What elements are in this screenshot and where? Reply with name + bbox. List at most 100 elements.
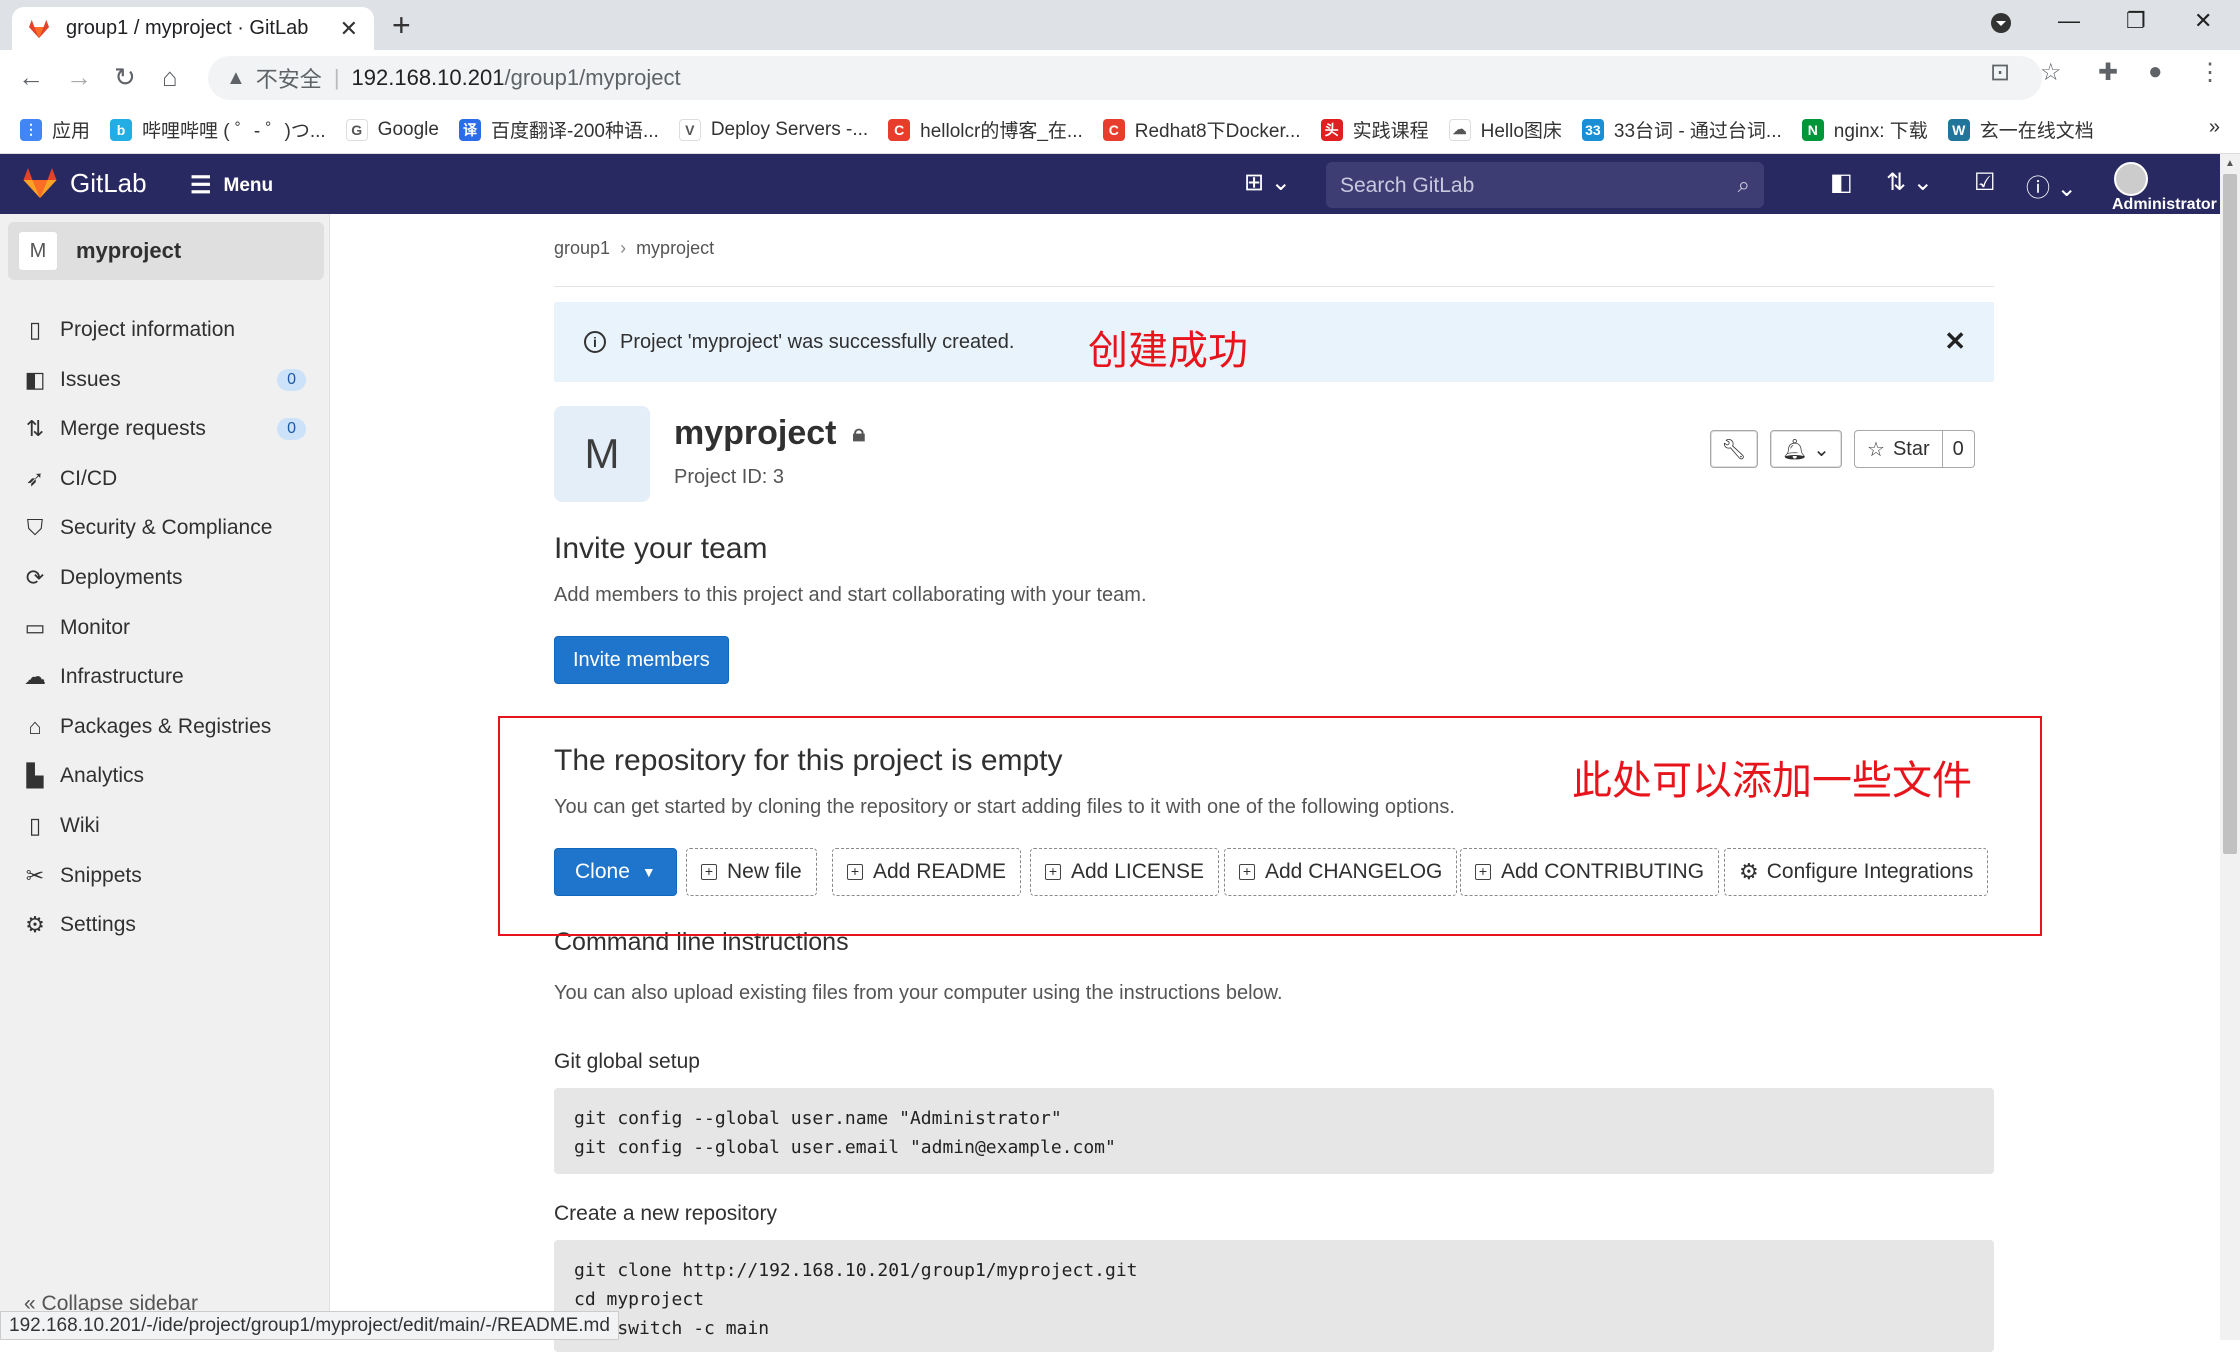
bookmark-item[interactable]: G Google (345, 118, 439, 141)
sidebar-item-ci-cd[interactable]: ➶ CI/CD (0, 455, 330, 503)
star-icon: ☆ (1867, 438, 1885, 461)
extensions-icon[interactable]: ✚ (2098, 58, 2118, 87)
notification-button[interactable]: 🔔︎ ⌄ (1770, 430, 1842, 468)
merge-requests-nav-icon[interactable]: ⇅ ⌄ (1886, 168, 1933, 197)
bookmark-item[interactable]: Chellolcr的博客_在... (888, 116, 1083, 143)
git-global-code[interactable]: git config --global user.name "Administr… (554, 1088, 1994, 1174)
bookmark-item[interactable]: W 玄一在线文档 (1947, 116, 2094, 143)
account-icon[interactable]: ● (2148, 58, 2163, 86)
bookmark-item[interactable]: b 哔哩哔哩 ( ゜- ゜)つ... (110, 116, 326, 143)
page-scrollbar[interactable]: ▲ (2220, 154, 2240, 1340)
star-count[interactable]: 0 (1942, 430, 1975, 468)
sidebar-item-monitor[interactable]: ▭ Monitor (0, 604, 330, 652)
user-menu[interactable]: Administrator (2112, 162, 2220, 214)
bookmark-star-icon[interactable]: ☆ (2040, 58, 2062, 87)
main-menu-button[interactable]: ☰ Menu (190, 171, 273, 200)
minimize-icon[interactable]: — (2058, 8, 2080, 34)
sidebar-item-infrastructure[interactable]: ☁ Infrastructure (0, 653, 330, 701)
sidebar-item-packages-registries[interactable]: ⌂ Packages & Registries (0, 703, 330, 751)
home-icon[interactable]: ⌂ (162, 62, 178, 92)
forward-icon[interactable]: → (66, 62, 92, 92)
count-badge: 0 (277, 418, 306, 441)
profile-dropdown-icon[interactable] (1990, 12, 2012, 40)
gitlab-logo[interactable]: GitLab (22, 166, 147, 200)
bookmark-favicon-icon: G (345, 118, 368, 141)
window-close-icon[interactable]: ✕ (2194, 8, 2212, 34)
scissors-icon: ✂ (25, 862, 45, 888)
url-host: 192.168.10.201 (351, 65, 505, 90)
divider (554, 286, 1994, 287)
sidebar-item-label: Merge requests (60, 417, 206, 441)
bookmark-favicon-icon: 译 (458, 118, 481, 141)
sidebar-item-security-compliance[interactable]: ⛉ Security & Compliance (0, 504, 330, 552)
bookmark-item[interactable]: 译百度翻译-200种语... (458, 116, 659, 143)
scrollbar-thumb[interactable] (2223, 174, 2237, 854)
bookmarks-bar: ⋮ 应用 b 哔哩哔哩 ( ゜- ゜)つ... G Google 译百度翻译-200种语..… (0, 106, 2240, 154)
address-bar[interactable]: ▲ 不安全 | 192.168.10.201 /group1/myproject (208, 56, 2042, 100)
bookmark-item[interactable]: V Deploy Servers -... (678, 118, 869, 141)
bookmark-favicon-icon: 33 (1581, 118, 1604, 141)
success-alert: i Project 'myproject' was successfully c… (554, 302, 1994, 382)
star-button[interactable]: ☆ Star 0 (1854, 430, 1975, 468)
project-title: myproject 🔒︎ (674, 414, 865, 453)
sidebar-item-label: Wiki (60, 814, 100, 837)
bookmark-item[interactable]: C Redhat8下Docker... (1102, 116, 1301, 143)
todo-icon[interactable]: ☑ (1974, 168, 1996, 197)
back-icon[interactable]: ← (18, 62, 44, 92)
search-input[interactable]: Search GitLab ⌕ (1326, 162, 1764, 208)
info-icon: i (584, 331, 606, 353)
bookmark-item[interactable]: ☁ Hello图床 (1448, 116, 1562, 143)
lock-icon: 🔒︎ (852, 419, 866, 447)
new-tab-icon[interactable]: + (392, 9, 411, 41)
alert-text: Project 'myproject' was successfully cre… (620, 330, 1015, 353)
help-icon[interactable]: ⓘ ⌄ (2026, 168, 2077, 203)
star-label-part[interactable]: ☆ Star (1854, 430, 1943, 468)
sidebar-item-snippets[interactable]: ✂ Snippets (0, 852, 330, 900)
bookmark-item[interactable]: 33 33台词 - 通过台词... (1581, 116, 1782, 143)
project-sidebar: M myproject ▯ Project information ◧ Issues 0… (0, 214, 330, 1340)
breadcrumb-project[interactable]: myproject (636, 238, 714, 258)
sidebar-item-label: Project information (60, 318, 236, 341)
cli-description: You can also upload existing files from … (554, 982, 1283, 1004)
reload-icon[interactable]: ↻ (114, 62, 136, 92)
hamburger-icon: ☰ (190, 172, 212, 199)
bookmark-label: Redhat8下Docker... (1134, 121, 1301, 142)
invite-members-button[interactable]: Invite members (554, 636, 729, 684)
bookmark-item[interactable]: ⋮ 应用 (20, 116, 90, 143)
invite-description: Add members to this project and start co… (554, 584, 1147, 606)
issues-nav-icon[interactable]: ◧ (1830, 168, 1853, 197)
package-icon: ⌂ (28, 713, 42, 739)
translate-icon[interactable]: ⊡ (1990, 58, 2010, 87)
breadcrumb-group[interactable]: group1 (554, 238, 610, 258)
sidebar-item-issues[interactable]: ◧ Issues 0 (0, 356, 330, 404)
sidebar-item-analytics[interactable]: ▙ Analytics (0, 752, 330, 800)
sidebar-item-wiki[interactable]: ▯ Wiki (0, 802, 330, 850)
project-settings-button[interactable]: 🔧︎ (1710, 430, 1758, 468)
restore-icon[interactable]: ❐ (2126, 8, 2146, 34)
sidebar-project-header[interactable]: M myproject (8, 222, 324, 280)
browser-tab[interactable]: group1 / myproject · GitLab ✕ (12, 7, 374, 50)
bookmark-label: Hello图床 (1480, 121, 1562, 142)
more-menu-icon[interactable]: ⋮ (2198, 58, 2222, 87)
sidebar-item-project-information[interactable]: ▯ Project information (0, 306, 330, 354)
alert-close-icon[interactable]: ✕ (1944, 326, 1966, 357)
tab-close-icon[interactable]: ✕ (340, 16, 358, 42)
sidebar-project-name: myproject (76, 238, 182, 263)
avatar (2114, 162, 2148, 196)
scroll-up-icon[interactable]: ▲ (2225, 158, 2235, 169)
sidebar-item-label: Analytics (60, 764, 145, 788)
new-repo-code[interactable]: git clone http://192.168.10.201/group1/m… (554, 1240, 1994, 1352)
sidebar-item-label: Security & Compliance (60, 516, 273, 540)
sidebar-item-label: Settings (60, 913, 136, 937)
new-dropdown-icon[interactable]: ⊞ ⌄ (1244, 168, 1291, 197)
warning-icon: ▲ (226, 66, 246, 89)
rocket-icon: ➶ (25, 465, 45, 491)
bookmarks-overflow-icon[interactable]: » (2209, 116, 2220, 139)
bookmark-item[interactable]: 头实践课程 (1320, 116, 1429, 143)
sidebar-item-merge-requests[interactable]: ⇅ Merge requests 0 (0, 405, 330, 453)
bookmark-label: Deploy Servers -... (710, 118, 869, 140)
bookmark-item[interactable]: Nnginx: 下载 (1801, 116, 1928, 143)
sidebar-item-deployments[interactable]: ⟳ Deployments (0, 554, 330, 602)
sidebar-item-settings[interactable]: ⚙ Settings (0, 901, 330, 949)
bookmark-favicon-icon: V (678, 118, 701, 141)
